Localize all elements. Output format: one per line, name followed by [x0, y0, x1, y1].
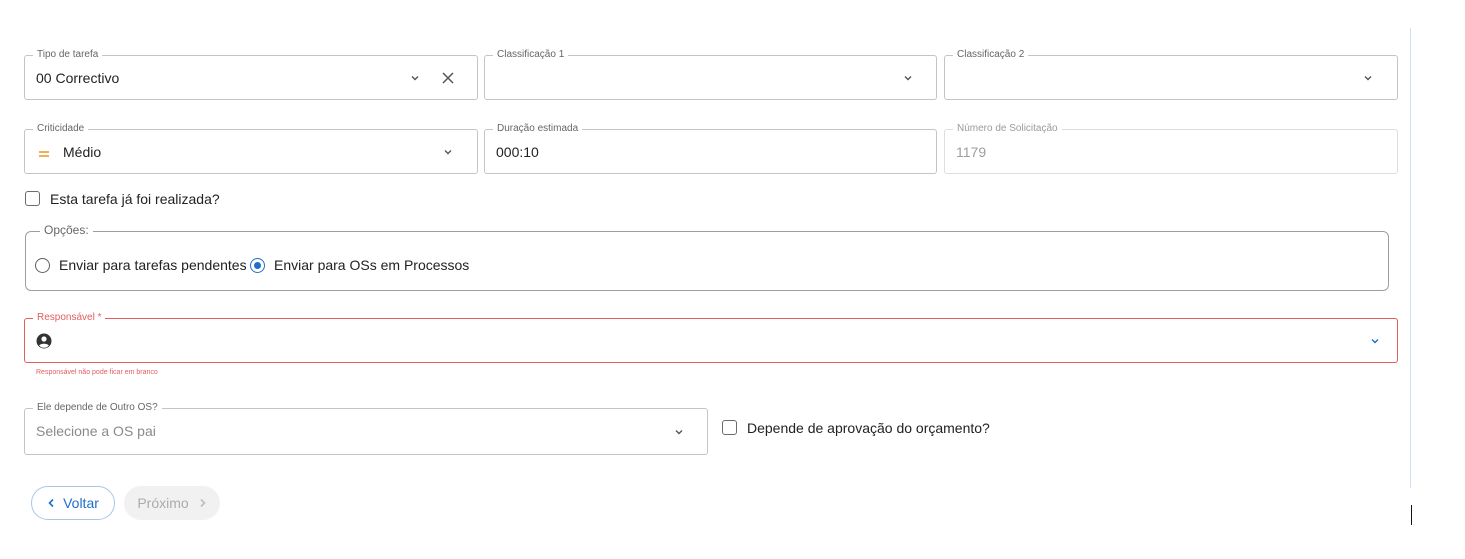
person-icon — [36, 333, 52, 349]
duracao-label: Duração estimada — [493, 122, 583, 136]
next-button-label: Próximo — [137, 495, 189, 511]
next-button[interactable]: Próximo — [124, 486, 220, 520]
chevron-right-icon — [199, 495, 207, 511]
responsavel-error: Responsável não pode ficar em branco — [36, 369, 158, 376]
classificacao2-label: Classificação 2 — [953, 48, 1029, 62]
aprovacao-orcamento-label[interactable]: Depende de aprovação do orçamento? — [747, 419, 990, 437]
equals-priority-icon — [38, 146, 50, 157]
back-button-label: Voltar — [63, 495, 99, 511]
depende-os-select[interactable]: Ele depende de Outro OS? Selecione a OS … — [24, 401, 708, 455]
responsavel-label: Responsável * — [33, 311, 106, 325]
numero-solicitacao-input: Número de Solicitação 1179 — [944, 122, 1398, 174]
criticidade-label: Criticidade — [33, 122, 89, 136]
criticidade-select[interactable]: Criticidade Médio — [24, 122, 478, 174]
radio-oss-processos-label[interactable]: Enviar para OSs em Processos — [274, 256, 469, 274]
chevron-down-icon[interactable] — [674, 427, 684, 437]
classificacao2-select[interactable]: Classificação 2 — [944, 48, 1398, 100]
panel-divider — [1410, 28, 1411, 488]
tipo-tarefa-select[interactable]: Tipo de tarefa 00 Correctivo — [24, 48, 478, 100]
depende-os-placeholder: Selecione a OS pai — [36, 423, 156, 439]
chevron-down-icon[interactable] — [1370, 336, 1380, 346]
radio-oss-processos[interactable] — [250, 258, 265, 273]
responsavel-select[interactable]: Responsável * — [24, 311, 1398, 363]
tipo-tarefa-label: Tipo de tarefa — [33, 48, 103, 62]
depende-os-label: Ele depende de Outro OS? — [33, 401, 162, 415]
numero-solicitacao-value: 1179 — [956, 144, 987, 160]
numero-solicitacao-label: Número de Solicitação — [953, 122, 1062, 136]
radio-tarefas-pendentes-label[interactable]: Enviar para tarefas pendentes — [59, 256, 247, 274]
chevron-down-icon[interactable] — [410, 73, 420, 83]
classificacao1-select[interactable]: Classificação 1 — [484, 48, 937, 100]
tipo-tarefa-value: 00 Correctivo — [36, 70, 120, 86]
radio-tarefas-pendentes[interactable] — [35, 258, 50, 273]
ja-realizada-checkbox[interactable] — [25, 191, 40, 206]
chevron-down-icon[interactable] — [443, 147, 453, 157]
chevron-left-icon — [47, 495, 55, 511]
criticidade-value: Médio — [63, 144, 102, 160]
chevron-down-icon[interactable] — [1363, 73, 1373, 83]
aprovacao-orcamento-checkbox[interactable] — [722, 420, 737, 435]
opcoes-legend: Opções: — [40, 223, 93, 237]
duracao-input[interactable]: Duração estimada 000:10 — [484, 122, 937, 174]
opcoes-group: Opções: Enviar para tarefas pendentes En… — [25, 223, 1389, 291]
clear-icon[interactable] — [441, 71, 455, 85]
text-cursor — [1411, 505, 1412, 525]
duracao-value: 000:10 — [496, 144, 539, 160]
classificacao1-label: Classificação 1 — [493, 48, 569, 62]
chevron-down-icon[interactable] — [903, 73, 913, 83]
back-button[interactable]: Voltar — [31, 486, 115, 520]
ja-realizada-label[interactable]: Esta tarefa já foi realizada? — [50, 190, 220, 208]
